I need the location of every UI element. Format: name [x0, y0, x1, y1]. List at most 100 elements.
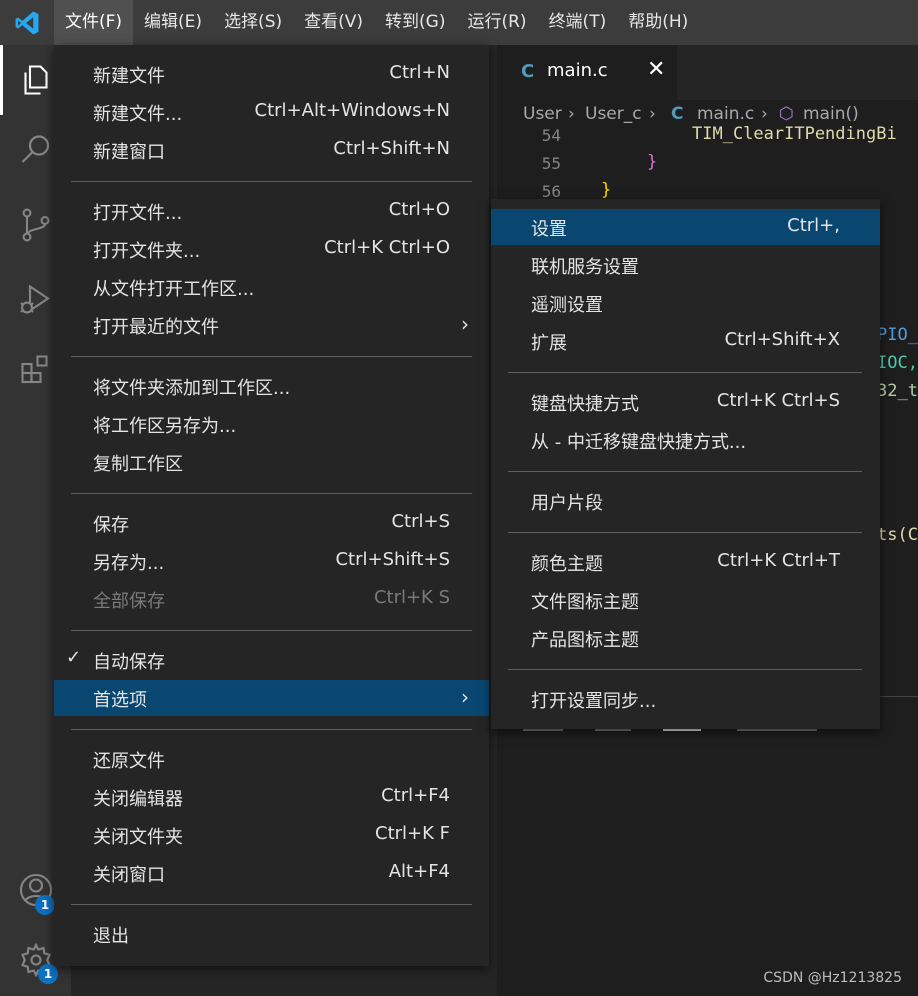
menu-separator	[71, 493, 472, 494]
menu-item-label: 文件图标主题	[531, 592, 639, 613]
menubar-item-0[interactable]: 文件(F)	[54, 0, 134, 45]
menu-separator	[71, 630, 472, 631]
menubar-item-2[interactable]: 选择(S)	[213, 0, 293, 45]
menu-item[interactable]: 退出	[54, 916, 489, 952]
menu-item-shortcut: Ctrl+K S	[373, 587, 450, 608]
menu-item[interactable]: 新建文件... Ctrl+Alt+Windows+N	[54, 94, 489, 130]
menu-item[interactable]: 打开最近的文件 ›	[54, 307, 489, 343]
bottom-panel	[497, 697, 918, 996]
menu-item[interactable]: 保存 Ctrl+S	[54, 505, 489, 541]
menu-item-shortcut: Ctrl+Shift+X	[724, 329, 840, 350]
menu-item[interactable]: 关闭文件夹 Ctrl+K F	[54, 817, 489, 853]
c-file-icon: C	[671, 104, 684, 124]
breadcrumb-user-c[interactable]: User_c	[585, 104, 642, 124]
menu-item-label: 遥测设置	[531, 295, 603, 316]
menu-item-label: 键盘快捷方式	[531, 394, 639, 415]
menu-item[interactable]: 打开文件夹... Ctrl+K Ctrl+O	[54, 231, 489, 267]
menubar-item-6[interactable]: 终端(T)	[538, 0, 618, 45]
menu-item[interactable]: 打开文件... Ctrl+O	[54, 193, 489, 229]
menu-item-label: 用户片段	[531, 493, 603, 514]
menu-item-label: 打开文件夹...	[93, 241, 201, 262]
menu-item[interactable]: 将工作区另存为...	[54, 406, 489, 442]
chevron-right-icon: ›	[649, 104, 656, 124]
breadcrumb-main-c[interactable]: main.c	[697, 104, 754, 124]
menu-item[interactable]: 文件图标主题	[491, 582, 880, 618]
menu-item: 全部保存 Ctrl+K S	[54, 581, 489, 617]
menu-item-label: 打开文件...	[93, 203, 183, 224]
chevron-right-icon: ›	[568, 104, 575, 124]
menu-item-label: 从 - 中迁移键盘快捷方式...	[531, 432, 747, 453]
code-fragment: 32_t	[877, 381, 918, 401]
tab-main-c[interactable]: C main.c ✕	[497, 45, 677, 100]
menu-item[interactable]: 遥测设置	[491, 285, 880, 321]
menubar-item-4[interactable]: 转到(G)	[374, 0, 456, 45]
menu-item-label: 全部保存	[93, 591, 165, 612]
chevron-right-icon: ›	[461, 685, 469, 709]
menu-item[interactable]: 新建窗口 Ctrl+Shift+N	[54, 132, 489, 168]
breadcrumb-user[interactable]: User	[523, 104, 562, 124]
menu-item[interactable]: ✓ 自动保存	[54, 642, 489, 678]
menu-item-label: 打开设置同步...	[531, 691, 657, 712]
menu-item[interactable]: 新建文件 Ctrl+N	[54, 56, 489, 92]
menu-item[interactable]: 关闭编辑器 Ctrl+F4	[54, 779, 489, 815]
close-icon[interactable]: ✕	[647, 57, 665, 82]
menu-item-label: 从文件打开工作区...	[93, 279, 255, 300]
menu-item-shortcut: Ctrl+Alt+Windows+N	[254, 100, 450, 121]
menubar-item-7[interactable]: 帮助(H)	[617, 0, 699, 45]
menu-item[interactable]: 复制工作区	[54, 444, 489, 480]
chevron-right-icon: ›	[761, 104, 768, 124]
menu-item[interactable]: 联机服务设置	[491, 247, 880, 283]
menu-item[interactable]: 设置 Ctrl+,	[491, 209, 880, 245]
menu-item-shortcut: Ctrl+S	[391, 511, 450, 532]
menu-separator	[71, 904, 472, 905]
menu-item[interactable]: 从文件打开工作区...	[54, 269, 489, 305]
menubar-item-5[interactable]: 运行(R)	[456, 0, 537, 45]
menu-item[interactable]: 关闭窗口 Alt+F4	[54, 855, 489, 891]
menu-item-label: 复制工作区	[93, 454, 183, 475]
menu-item[interactable]: 颜色主题 Ctrl+K Ctrl+T	[491, 544, 880, 580]
menu-item-shortcut: Ctrl+,	[787, 215, 840, 236]
settings-badge: 1	[38, 964, 58, 984]
menu-item[interactable]: 产品图标主题	[491, 620, 880, 656]
menu-item-label: 新建窗口	[93, 142, 165, 163]
code-line: TIM_ClearITPendingBi	[692, 124, 897, 144]
code-fragment: IOC,	[877, 353, 918, 373]
menu-item-shortcut: Ctrl+K F	[375, 823, 450, 844]
menu-separator	[508, 532, 862, 533]
menu-item-label: 将文件夹添加到工作区...	[93, 378, 291, 399]
menu-item-shortcut: Ctrl+K Ctrl+S	[716, 390, 840, 411]
menu-bar: 文件(F) 编辑(E) 选择(S) 查看(V) 转到(G) 运行(R) 终端(T) 帮助(H)	[54, 0, 699, 45]
preferences-submenu: 设置 Ctrl+, 联机服务设置遥测设置扩展 Ctrl+Shift+X 键盘快捷方式 Ct…	[491, 199, 880, 729]
menu-item[interactable]: 首选项 ›	[54, 680, 489, 716]
menu-item[interactable]: 还原文件	[54, 741, 489, 777]
c-file-icon: C	[521, 61, 535, 82]
watermark: CSDN @Hz1213825	[763, 970, 902, 986]
menu-item[interactable]: 扩展 Ctrl+Shift+X	[491, 323, 880, 359]
menu-separator	[508, 471, 862, 472]
menu-item-shortcut: Alt+F4	[388, 861, 450, 882]
menu-item-shortcut: Ctrl+Shift+N	[333, 138, 450, 159]
menu-item[interactable]: 键盘快捷方式 Ctrl+K Ctrl+S	[491, 384, 880, 420]
menubar-item-1[interactable]: 编辑(E)	[133, 0, 213, 45]
line-number: 54	[541, 126, 561, 145]
menu-item-label: 颜色主题	[531, 554, 603, 575]
code-line: }	[601, 180, 612, 200]
code-fragment: PIO_	[877, 325, 918, 345]
menu-item[interactable]: 从 - 中迁移键盘快捷方式...	[491, 422, 880, 458]
code-fragment: ts(C	[877, 525, 918, 545]
menu-item-shortcut: Ctrl+N	[389, 62, 450, 83]
menubar-item-3[interactable]: 查看(V)	[293, 0, 374, 45]
title-bar: 文件(F) 编辑(E) 选择(S) 查看(V) 转到(G) 运行(R) 终端(T) 帮助(H)	[0, 0, 918, 45]
menu-item-label: 关闭编辑器	[93, 789, 183, 810]
menu-item-shortcut: Ctrl+K Ctrl+O	[324, 237, 450, 258]
menu-item[interactable]: 另存为... Ctrl+Shift+S	[54, 543, 489, 579]
active-indicator	[0, 45, 3, 115]
method-icon: ⬡	[779, 104, 794, 124]
breadcrumb-main-fn[interactable]: main()	[803, 104, 859, 124]
menu-item[interactable]: 打开设置同步...	[491, 681, 880, 717]
menu-item[interactable]: 用户片段	[491, 483, 880, 519]
menu-item-label: 产品图标主题	[531, 630, 639, 651]
menu-item[interactable]: 将文件夹添加到工作区...	[54, 368, 489, 404]
code-line: }	[647, 152, 658, 172]
menu-item-label: 首选项	[93, 690, 147, 711]
